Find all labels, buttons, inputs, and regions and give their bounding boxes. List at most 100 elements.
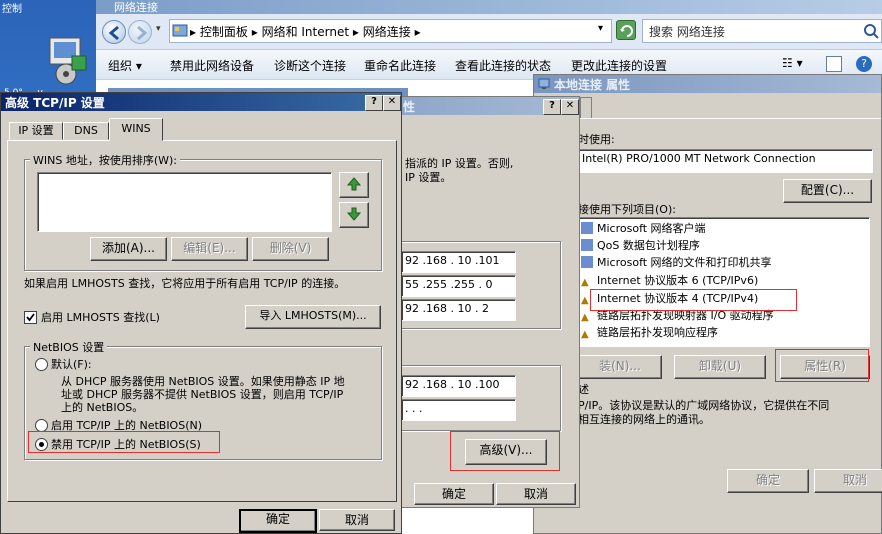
service-icon [581,256,593,268]
back-button[interactable] [102,20,126,44]
forward-arrow-icon [137,25,148,41]
ipv4-highlight-box [590,289,797,311]
tab-wins[interactable]: WINS [109,118,163,141]
address-segment-network-internet[interactable]: 网络和 Internet [262,25,349,39]
list-item-label: QoS 数据包计划程序 [597,239,700,252]
default-description-line3: 上的 NetBIOS。 [61,401,144,414]
ip-address-value: 92 .168 . 10 .101 [405,254,500,267]
subnet-mask-field[interactable]: 55 .255 .255 . 0 [401,275,516,297]
components-list[interactable]: Microsoft 网络客户端 QoS 数据包计划程序 Microsoft 网络… [578,217,870,347]
organize-menu[interactable]: 组织 ▾ [108,57,142,74]
explorer-titlebar[interactable]: 网络连接 [96,0,882,14]
ipv4-title: 性 [403,100,416,114]
tab-dns[interactable]: DNS [63,122,109,140]
add-button[interactable]: 添加(A)... [90,237,167,261]
address-separator: ▸ [352,25,359,39]
address-separator: ▸ [190,25,197,39]
preview-pane-icon[interactable] [826,56,842,72]
install-button[interactable]: 装(N)... [578,355,662,379]
help-icon[interactable]: ? [856,56,872,72]
network-icon [538,78,550,89]
props-tab[interactable] [580,97,592,119]
props-ok-button[interactable]: 确定 [727,469,809,493]
netbios-group-label: NetBIOS 设置 [30,339,108,355]
radio-default[interactable] [35,358,48,371]
connect-using-label: 时使用: [578,133,615,146]
lmhosts-checkbox[interactable] [24,311,37,324]
view-options-icon[interactable]: ☷ ▾ [782,56,803,70]
lmhosts-info-text: 如果启用 LMHOSTS 查找，它将应用于所有启用 TCP/IP 的连接。 [24,277,346,290]
protocol-icon: ▲ [581,277,589,288]
advanced-titlebar[interactable]: 高级 TCP/IP 设置 ? ✕ [1,93,401,111]
checkmark-icon [26,313,35,322]
search-placeholder: 搜索 网络连接 [649,25,725,39]
items-label: 接使用下列项目(O): [578,203,676,216]
ip-address-field[interactable]: 92 .168 . 10 .101 [401,251,516,273]
help-title-button[interactable]: ? [543,99,561,115]
desktop-text: 控制 [2,4,22,15]
client-icon [581,222,593,234]
list-item-label: Microsoft 网络客户端 [597,222,706,235]
help-title-button[interactable]: ? [365,95,383,111]
view-status-command[interactable]: 查看此连接的状态 [455,57,551,74]
rename-command[interactable]: 重命名此连接 [364,57,436,74]
search-input[interactable]: 搜索 网络连接 [642,19,882,43]
close-title-button[interactable]: ✕ [383,95,401,111]
delete-button[interactable]: 删除(V) [252,237,329,261]
subnet-mask-value: 55 .255 .255 . 0 [405,278,493,291]
list-item-label: 链路层拓扑发现响应程序 [597,326,718,339]
disable-device-command[interactable]: 禁用此网络设备 [170,57,254,74]
props-cancel-button[interactable]: 取消 [814,469,882,493]
address-box[interactable]: ▸ 控制面板 ▸ 网络和 Internet ▸ 网络连接 ▸ ▾ [169,19,612,43]
advanced-highlight-box [450,431,560,471]
history-dropdown-icon[interactable]: ▾ [156,24,161,34]
import-lmhosts-button[interactable]: 导入 LMHOSTS(M)... [245,305,381,329]
list-item-label: Internet 协议版本 6 (TCP/IPv6) [597,274,759,287]
close-title-button[interactable]: ✕ [561,99,579,115]
advanced-title: 高级 TCP/IP 设置 [5,96,105,110]
refresh-button[interactable] [616,20,636,40]
advanced-ok-button[interactable]: 确定 [239,509,317,533]
adapter-name: Intel(R) PRO/1000 MT Network Connection [582,152,816,165]
tab-ip-settings[interactable]: IP 设置 [9,122,63,140]
address-segment-control-panel[interactable]: 控制面板 [200,25,248,39]
configure-button[interactable]: 配置(C)... [783,179,872,203]
forward-button[interactable] [128,20,152,44]
advanced-cancel-button[interactable]: 取消 [319,509,395,531]
uninstall-button[interactable]: 卸载(U) [674,355,766,379]
move-down-button[interactable] [339,202,369,228]
gateway-value: 92 .168 . 10 . 2 [405,302,489,315]
setup-icon[interactable] [44,36,92,86]
move-up-button[interactable] [339,172,369,198]
ipv4-text-line2: IP 设置。 [405,171,452,184]
address-dropdown-icon[interactable]: ▾ [598,23,603,34]
explorer-title: 网络连接 [114,1,158,14]
ipv4-ok-button[interactable]: 确定 [414,483,494,505]
address-separator: ▸ [251,25,258,39]
dns-primary-value: 92 .168 . 10 .100 [405,378,500,391]
props-titlebar[interactable]: 本地连接 属性 [534,75,881,93]
local-connection-properties-dialog: 本地连接 属性 时使用: Intel(R) PRO/1000 MT Networ… [533,74,882,534]
wins-group-label: WINS 地址，按使用排序(W): [30,152,180,168]
ipv4-cancel-button[interactable]: 取消 [496,483,576,505]
gateway-field[interactable]: 92 .168 . 10 . 2 [401,299,516,321]
dns-primary-field[interactable]: 92 .168 . 10 .100 [401,375,516,397]
arrow-up-icon [346,177,362,191]
search-icon[interactable] [863,23,879,39]
address-segment-network-connections[interactable]: 网络连接 [363,25,411,39]
edit-button[interactable]: 编辑(E)... [171,237,248,261]
radio-default-label[interactable]: 默认(F): [51,356,92,372]
change-settings-command[interactable]: 更改此连接的设置 [571,57,667,74]
dns-secondary-value: . . . [405,402,423,415]
properties-highlight-box [775,349,869,382]
diagnose-command[interactable]: 诊断这个连接 [274,57,346,74]
refresh-icon [620,25,633,37]
dns-secondary-field[interactable]: . . . [401,399,516,421]
lmhosts-checkbox-label[interactable]: 启用 LMHOSTS 查找(L) [41,309,160,325]
adapter-field: Intel(R) PRO/1000 MT Network Connection [578,149,873,173]
disable-netbios-highlight-box [28,431,220,453]
protocol-icon: ▲ [581,329,589,340]
control-panel-icon [172,24,188,37]
props-title: 本地连接 属性 [554,78,631,92]
wins-address-list[interactable] [37,172,332,232]
